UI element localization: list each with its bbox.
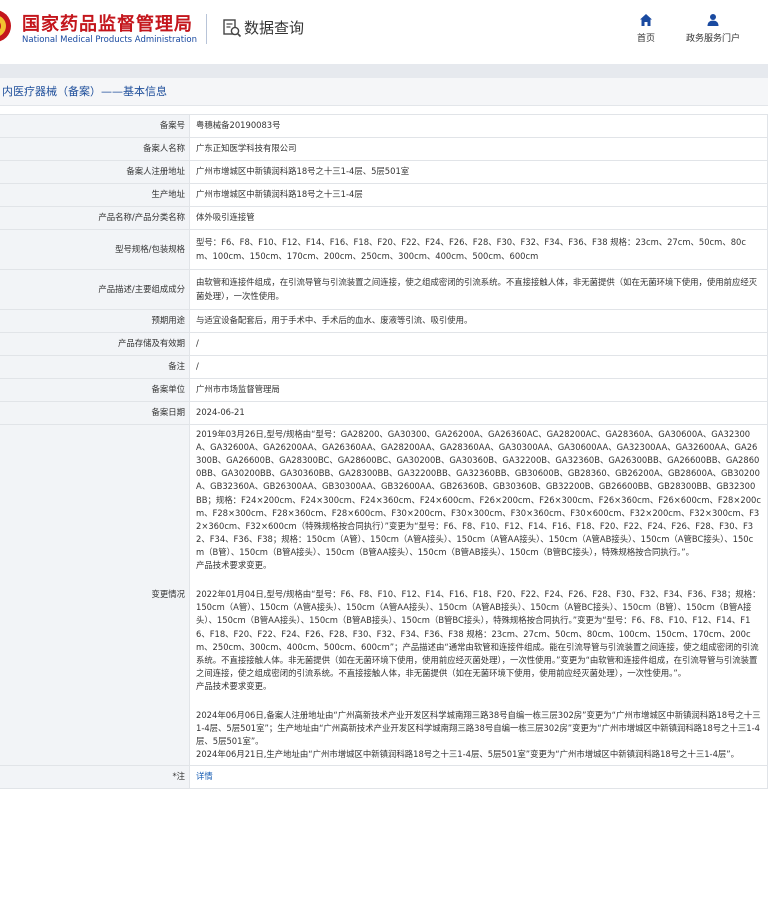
- description-value: 由软管和连接件组成，在引流导管与引流装置之间连接，使之组成密闭的引流系统。不直接…: [189, 269, 768, 310]
- table-row: 备案日期 2024-06-21: [0, 401, 768, 425]
- field-label: 产品名称/产品分类名称: [0, 206, 190, 230]
- table-row: 备案人注册地址 广州市增城区中新镇润科路18号之十三1-4层、5层501室: [0, 160, 768, 184]
- registrant-address-value: 广州市增城区中新镇润科路18号之十三1-4层、5层501室: [189, 160, 768, 184]
- user-icon: [707, 14, 719, 26]
- table-row: 备案单位 广州市市场监督管理局: [0, 378, 768, 402]
- registrant-name-value: 广东正知医学科技有限公司: [189, 137, 768, 161]
- home-icon: [640, 14, 652, 26]
- field-label: 预期用途: [0, 309, 190, 333]
- storage-value: /: [189, 332, 768, 356]
- field-label: 变更情况: [0, 424, 190, 766]
- table-row: 备注 /: [0, 355, 768, 379]
- table-row: 产品名称/产品分类名称 体外吸引连接管: [0, 206, 768, 230]
- product-name-value: 体外吸引连接管: [189, 206, 768, 230]
- record-date-value: 2024-06-21: [189, 401, 768, 425]
- table-row: 备案人名称 广东正知医学科技有限公司: [0, 137, 768, 161]
- record-unit-value: 广州市市场监督管理局: [189, 378, 768, 402]
- field-label: *注: [0, 764, 190, 789]
- field-label: 备案人注册地址: [0, 160, 190, 184]
- field-label: 备案日期: [0, 401, 190, 425]
- field-label: 生产地址: [0, 183, 190, 207]
- field-label: 产品描述/主要组成成分: [0, 269, 190, 310]
- details-link[interactable]: 详情: [196, 771, 213, 781]
- page-title: 内医疗器械（备案）——基本信息: [0, 78, 768, 106]
- intended-use-value: 与适宜设备配套后，用于手术中、手术后的血水、废液等引流、吸引使用。: [189, 309, 768, 333]
- table-row: 预期用途 与适宜设备配套后，用于手术中、手术后的血水、废液等引流、吸引使用。: [0, 309, 768, 333]
- table-row: 生产地址 广州市增城区中新镇润科路18号之十三1-4层: [0, 183, 768, 207]
- brand-name-en[interactable]: National Medical Products Administration: [22, 35, 197, 45]
- site-header: 国家药品监督管理局 National Medical Products Admi…: [0, 0, 768, 64]
- brand-name-cn[interactable]: 国家药品监督管理局: [22, 10, 193, 36]
- nav-home[interactable]: 首页: [630, 13, 662, 44]
- changes-value: 2019年03月26日,型号/规格由“型号：GA28200、GA30300、GA…: [189, 424, 768, 766]
- field-label: 备案号: [0, 114, 190, 138]
- emblem-icon: [0, 10, 11, 42]
- remark-value: /: [189, 355, 768, 379]
- note-value: 详情: [189, 764, 768, 789]
- production-address-value: 广州市增城区中新镇润科路18号之十三1-4层: [189, 183, 768, 207]
- field-label: 型号规格/包装规格: [0, 229, 190, 270]
- table-row: 变更情况 2019年03月26日,型号/规格由“型号：GA28200、GA303…: [0, 424, 768, 766]
- model-spec-value: 型号：F6、F8、F10、F12、F14、F16、F18、F20、F22、F24…: [189, 229, 768, 270]
- field-label: 备案单位: [0, 378, 190, 402]
- table-row: 型号规格/包装规格 型号：F6、F8、F10、F12、F14、F16、F18、F…: [0, 229, 768, 270]
- nav-service-portal-label: 政务服务门户: [685, 34, 740, 44]
- header-band: [0, 64, 768, 78]
- header-divider: [206, 14, 207, 44]
- data-query-icon: [223, 19, 242, 38]
- nav-service-portal[interactable]: 政务服务门户: [680, 13, 746, 44]
- section-name: 数据查询: [244, 19, 305, 37]
- table-row: *注 详情: [0, 764, 768, 789]
- field-label: 备案人名称: [0, 137, 190, 161]
- detail-table: 备案号 粤穗械备20190083号 备案人名称 广东正知医学科技有限公司 备案人…: [0, 114, 768, 789]
- field-label: 产品存储及有效期: [0, 332, 190, 356]
- nav-home-label: 首页: [636, 34, 655, 44]
- table-row: 备案号 粤穗械备20190083号: [0, 114, 768, 138]
- table-row: 产品描述/主要组成成分 由软管和连接件组成，在引流导管与引流装置之间连接，使之组…: [0, 269, 768, 310]
- field-label: 备注: [0, 355, 190, 379]
- table-row: 产品存储及有效期 /: [0, 332, 768, 356]
- change-entry: 2019年03月26日,型号/规格由“型号：GA28200、GA30300、GA…: [196, 429, 761, 571]
- change-entry: 2022年01月04日,型号/规格由“型号：F6、F8、F10、F12、F14、…: [196, 589, 761, 691]
- change-entry: 2024年06月06日,备案人注册地址由“广州高新技术产业开发区科学城南翔三路3…: [196, 710, 761, 760]
- record-no-value: 粤穗械备20190083号: [189, 114, 768, 138]
